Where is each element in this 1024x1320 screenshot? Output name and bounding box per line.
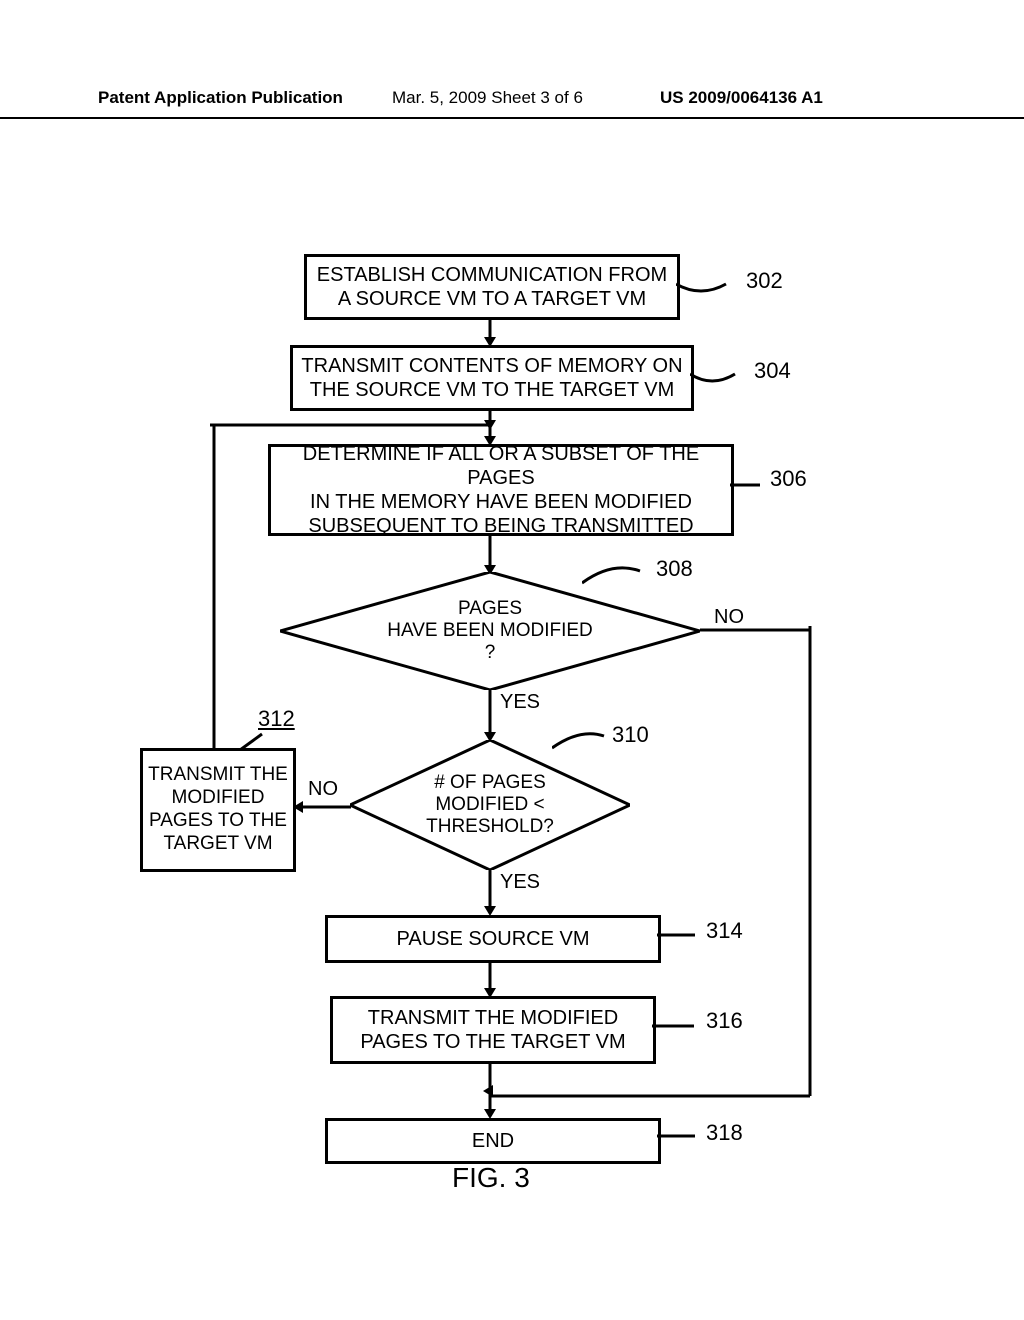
arrow-down <box>483 960 497 998</box>
box-end: END <box>325 1118 661 1164</box>
arrow-down <box>483 533 497 575</box>
refnum-306: 306 <box>770 466 807 492</box>
refnum-314: 314 <box>706 918 743 944</box>
box-text: DETERMINE IF ALL OR A SUBSET OF THE PAGE… <box>271 442 731 490</box>
box-text: PAUSE SOURCE VM <box>397 927 590 951</box>
arrow-merge-left <box>483 1084 497 1098</box>
connector-line <box>210 421 490 429</box>
box-transmit-modified-loop: TRANSMIT THE MODIFIED PAGES TO THE TARGE… <box>140 748 296 872</box>
refnum-312: 312 <box>258 706 295 732</box>
leader-line <box>652 1016 704 1036</box>
decision-text: # OF PAGES MODIFIED < THRESHOLD? <box>426 772 554 838</box>
box-text: ESTABLISH COMMUNICATION FROM <box>317 263 667 287</box>
leader-line <box>730 475 770 495</box>
leader-line <box>240 732 268 750</box>
text-line: # OF PAGES <box>434 772 546 793</box>
box-text: TARGET VM <box>163 833 272 856</box>
box-text: THE SOURCE VM TO THE TARGET VM <box>310 378 675 402</box>
leader-line <box>582 561 652 587</box>
decision-threshold: # OF PAGES MODIFIED < THRESHOLD? <box>350 740 630 870</box>
leader-line <box>676 270 746 298</box>
box-text: TRANSMIT THE MODIFIED <box>368 1006 618 1030</box>
arrow-left <box>293 800 351 814</box>
box-transmit-modified-target: TRANSMIT THE MODIFIED PAGES TO THE TARGE… <box>330 996 656 1064</box>
box-pause-source: PAUSE SOURCE VM <box>325 915 661 963</box>
refnum-316: 316 <box>706 1008 743 1034</box>
flowchart: ESTABLISH COMMUNICATION FROM A SOURCE VM… <box>0 0 1024 1320</box>
label-yes: YES <box>500 691 540 714</box>
box-transmit-memory: TRANSMIT CONTENTS OF MEMORY ON THE SOURC… <box>290 345 694 411</box>
refnum-302: 302 <box>746 268 783 294</box>
connector-line <box>210 425 218 751</box>
box-text: TRANSMIT THE <box>148 764 288 787</box>
connector-line <box>700 626 810 634</box>
refnum-318: 318 <box>706 1120 743 1146</box>
box-text: PAGES TO THE TARGET VM <box>360 1030 625 1054</box>
label-yes: YES <box>500 871 540 894</box>
text-line: THRESHOLD? <box>426 816 554 837</box>
arrow-down <box>483 690 497 742</box>
connector-line <box>806 626 814 1096</box>
box-text: MODIFIED <box>172 787 265 810</box>
label-no: NO <box>308 778 338 801</box>
box-text: END <box>472 1129 514 1153</box>
box-text: SUBSEQUENT TO BEING TRANSMITTED <box>308 514 693 538</box>
arrow-down <box>483 317 497 347</box>
box-text: TRANSMIT CONTENTS OF MEMORY ON <box>301 354 682 378</box>
box-text: IN THE MEMORY HAVE BEEN MODIFIED <box>310 490 692 514</box>
text-line: PAGES <box>458 598 522 619</box>
box-establish-communication: ESTABLISH COMMUNICATION FROM A SOURCE VM… <box>304 254 680 320</box>
figure-label: FIG. 3 <box>452 1162 530 1194</box>
box-text: A SOURCE VM TO A TARGET VM <box>338 287 646 311</box>
box-determine-modified: DETERMINE IF ALL OR A SUBSET OF THE PAGE… <box>268 444 734 536</box>
box-text: PAGES TO THE <box>149 810 287 833</box>
text-line: HAVE BEEN MODIFIED <box>387 620 593 641</box>
arrow-down <box>483 870 497 916</box>
decision-text: PAGES HAVE BEEN MODIFIED ? <box>387 598 593 664</box>
refnum-304: 304 <box>754 358 791 384</box>
leader-line <box>657 925 705 945</box>
leader-line <box>690 360 750 388</box>
text-line: MODIFIED < <box>435 794 544 815</box>
refnum-308: 308 <box>656 556 693 582</box>
leader-line <box>657 1126 705 1146</box>
connector-line <box>490 1092 814 1100</box>
refnum-310: 310 <box>612 722 649 748</box>
arrow-merge <box>483 416 497 430</box>
text-line: ? <box>485 642 496 663</box>
leader-line <box>552 728 614 752</box>
decision-pages-modified: PAGES HAVE BEEN MODIFIED ? <box>280 572 700 690</box>
